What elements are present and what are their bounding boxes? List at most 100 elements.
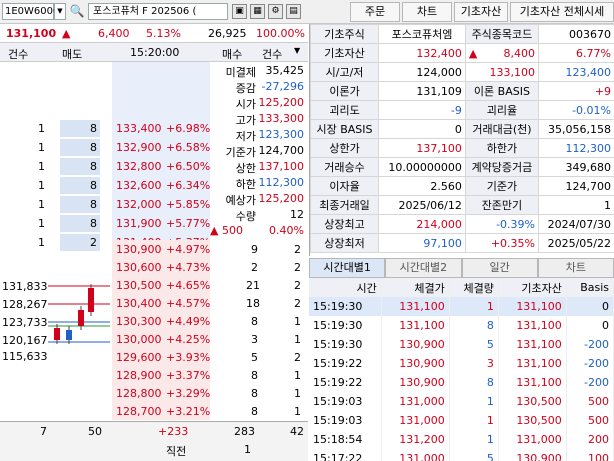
bid-price: 128,700	[116, 405, 162, 418]
order-button[interactable]: 주문	[350, 2, 400, 22]
tab-timeline-2[interactable]: 시간대별2	[385, 258, 462, 278]
price-change: 6,400	[98, 27, 130, 40]
info-value: 97,100	[378, 233, 466, 253]
bid-pct: +3.93%	[166, 351, 211, 364]
info-panel: 기초주식 포스코퓨처엠 주식종목코드 003670 기초자산 132,400 ▲…	[309, 24, 614, 256]
info-row-low: 상장최저 97,100 +0.35% 2025/05/22	[309, 233, 614, 253]
trade-row[interactable]: 15:18:54 131,200 1 131,000 200	[309, 430, 614, 449]
info-value: 137,100	[378, 138, 466, 158]
trade-row[interactable]: 15:17:22 131,000 5 130,900 100	[309, 449, 614, 461]
bid-pct: +4.57%	[166, 297, 211, 310]
trade-row[interactable]: 15:19:30 130,900 5 131,100 -200	[309, 335, 614, 354]
product-name-field[interactable]: 포스코퓨처 F 202506 (	[88, 3, 228, 20]
trade-basis: 500	[566, 392, 614, 411]
trade-qty: 8	[449, 316, 499, 335]
tab-bar: 시간대별1 시간대별2 일간 차트	[309, 258, 614, 278]
trade-qty: 5	[449, 335, 499, 354]
info-row-ohl: 시/고/저 124,000 133,100 123,400	[309, 62, 614, 82]
grid-icon[interactable]: ▤	[286, 4, 301, 19]
info-value: 2025/06/12	[378, 195, 466, 215]
underlying-all-button[interactable]: 기초자산 전체시세	[510, 2, 614, 22]
trade-price: 131,000	[381, 392, 450, 411]
trade-price: 131,000	[381, 411, 450, 430]
info-value: -0.01%	[537, 100, 614, 120]
side-info-value: 124,700	[258, 144, 305, 157]
info-row-theory: 이론가 131,109 이론 BASIS +9	[309, 81, 614, 101]
trade-basis: 500	[566, 411, 614, 430]
gear-icon[interactable]: ⚙	[268, 4, 283, 19]
trade-underlying: 130,500	[498, 392, 567, 411]
trade-qty: 8	[449, 373, 499, 392]
trade-row[interactable]: 15:19:03 131,000 1 130,500 500	[309, 392, 614, 411]
code-input[interactable]: 1E0W6000	[2, 3, 59, 20]
underlying-button[interactable]: 기초자산	[454, 2, 508, 22]
info-row-underlying: 기초주식 포스코퓨처엠 주식종목코드 003670	[309, 24, 614, 44]
info-row-expiry: 최종거래일 2025/06/12 잔존만기 1	[309, 195, 614, 215]
bid-count: 2	[294, 297, 301, 310]
info-label: 상장최고	[309, 214, 380, 234]
info-value: 131,109	[378, 81, 466, 101]
info-value: +9	[537, 81, 614, 101]
side-info-row: 예상가 125,200	[210, 192, 308, 208]
info-row-rate: 이자율 2.560 기준가 124,700	[309, 176, 614, 196]
bid-row[interactable]: 128,800 +3.29% 8 1	[0, 384, 308, 403]
side-info-value: 133,300	[258, 112, 305, 125]
trade-row[interactable]: 15:19:22 130,900 3 131,100 -200	[309, 354, 614, 373]
side-info-label: 예상가	[225, 194, 256, 207]
col-price: 체결가	[381, 278, 450, 297]
total-ask-count: 7	[40, 425, 47, 438]
trade-basis: 0	[566, 316, 614, 335]
ask-price: 132,000	[116, 198, 162, 211]
tab-chart[interactable]: 차트	[537, 258, 614, 278]
trade-row[interactable]: 15:19:30 131,100 8 131,100 0	[309, 316, 614, 335]
trade-row[interactable]: 15:19:30 131,100 1 131,100 0	[309, 297, 614, 316]
chevron-down-icon[interactable]: ▼	[294, 46, 300, 55]
info-value: 2025/05/22	[537, 233, 614, 253]
info-value: 1	[537, 195, 614, 215]
trade-underlying: 131,100	[498, 354, 567, 373]
tab-timeline-1[interactable]: 시간대별1	[309, 258, 386, 278]
ask-count: 1	[38, 122, 45, 135]
trade-header: 시간 체결가 체결량 기초자산 Basis	[309, 278, 614, 297]
side-info-row: 기준가 124,700	[210, 144, 308, 160]
save-icon[interactable]: ▣	[232, 4, 247, 19]
ask-qty: 8	[90, 217, 97, 230]
side-info-label: 고가	[235, 114, 256, 127]
bid-row[interactable]: 128,700 +3.21% 8 1	[0, 402, 308, 421]
trade-basis: -200	[566, 335, 614, 354]
side-info-row: 수량 12	[210, 208, 308, 224]
trade-underlying: 131,000	[498, 430, 567, 449]
chart-level-label: 115,633	[2, 350, 48, 363]
bid-pct: +4.49%	[166, 315, 211, 328]
trade-row[interactable]: 15:19:03 131,000 1 130,500 500	[309, 411, 614, 430]
side-info: 미결제 35,425 증감 -27,296 시가 125,200 고가 133,300 저가 12…	[210, 62, 308, 240]
bid-price: 128,800	[116, 387, 162, 400]
tab-daily[interactable]: 일간	[461, 258, 538, 278]
info-value: +0.35%	[464, 233, 539, 253]
info-value: 124,700	[537, 176, 614, 196]
chart-icon[interactable]: ▦	[250, 4, 265, 19]
info-label: 시장 BASIS	[309, 119, 380, 139]
bid-pct: +4.73%	[166, 261, 211, 274]
search-icon[interactable]: 🔍	[68, 3, 86, 20]
orderbook-totals: 7 50 +233 283 42 직전 1	[0, 421, 308, 461]
info-value: 2024/07/30	[537, 214, 614, 234]
bid-qty: 9	[251, 243, 258, 256]
info-label: 최종거래일	[309, 195, 380, 215]
bid-pct: +3.21%	[166, 405, 211, 418]
last-label: 직전	[166, 445, 187, 458]
info-value: 124,000	[378, 62, 466, 82]
side-info-row: 미결제 35,425	[210, 64, 308, 80]
trade-time: 15:19:03	[309, 411, 382, 430]
quote-line: 131,100 ▲ 6,400 5.13% 26,925 100.00%	[0, 24, 308, 43]
info-value: 포스코퓨처엠	[378, 24, 466, 44]
last-qty: 1	[244, 443, 251, 456]
trade-row[interactable]: 15:19:22 130,900 8 131,100 -200	[309, 373, 614, 392]
side-info-row: 저가 123,300	[210, 128, 308, 144]
chart-button[interactable]: 차트	[402, 2, 452, 22]
trade-basis: 0	[566, 297, 614, 316]
bid-price: 128,900	[116, 369, 162, 382]
info-row-basis: 시장 BASIS 0 거래대금(천) 35,056,158	[309, 119, 614, 139]
chevron-down-icon[interactable]: ▼	[54, 3, 66, 20]
bid-pct: +4.25%	[166, 333, 211, 346]
